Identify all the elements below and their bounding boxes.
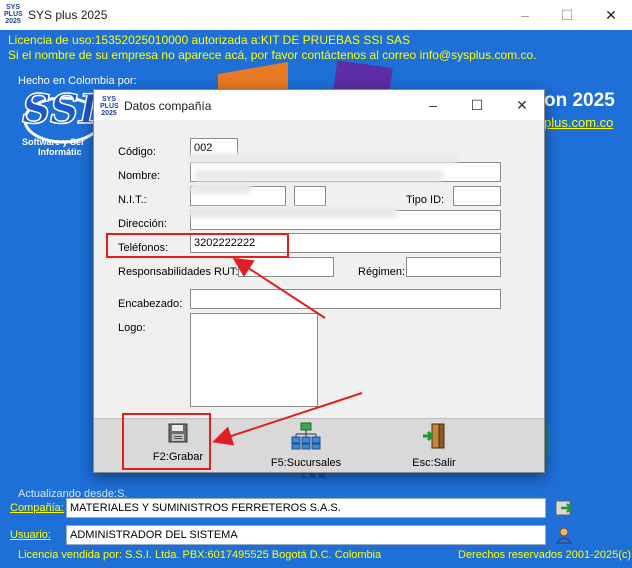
nombre-label: Nombre: — [118, 170, 161, 182]
user-field[interactable]: ADMINISTRADOR DEL SISTEMA — [66, 525, 546, 545]
brand-year-text: on 2025 — [544, 90, 615, 111]
redaction-blur — [190, 183, 252, 194]
license-text: Licencia de uso:15352025010000 autorizad… — [8, 33, 411, 47]
branches-network-icon — [291, 422, 321, 450]
company-label: Compañía: — [10, 502, 64, 514]
window-title: SYS plus 2025 — [28, 8, 108, 22]
minimize-button[interactable]: – — [516, 6, 534, 24]
ssi-subtitle: Software y Ser Informátic — [22, 137, 85, 157]
responsabilidades-label: Responsabilidades RUT: — [118, 266, 239, 278]
footer-rights: Derechos reservados 2001-2025(c) — [458, 549, 632, 561]
logo-label: Logo: — [118, 322, 146, 334]
footer-sold-by: Licencia vendida por: S.S.I. Ltda. PBX:6… — [18, 549, 382, 561]
change-user-icon[interactable] — [555, 526, 575, 544]
codigo-label: Código: — [118, 146, 156, 158]
salir-button[interactable]: Esc:Salir — [404, 422, 464, 469]
regimen-label: Régimen: — [358, 266, 406, 278]
close-button[interactable]: ✕ — [602, 6, 620, 24]
encabezado-label: Encabezado: — [118, 298, 183, 310]
redaction-blur — [188, 153, 458, 164]
grabar-highlight-box — [122, 413, 211, 470]
maximize-button[interactable]: ☐ — [558, 6, 576, 24]
telefonos-highlight-box — [106, 233, 289, 258]
crm-label: C. R. M. — [301, 473, 327, 480]
user-label: Usuario: — [10, 529, 51, 541]
salir-label: Esc:Salir — [412, 457, 456, 469]
responsabilidades-input[interactable] — [238, 257, 334, 277]
nit-label: N.I.T.: — [118, 194, 147, 206]
change-company-icon[interactable] — [555, 499, 575, 517]
redaction-blur — [194, 170, 444, 181]
dialog-minimize-button[interactable]: – — [424, 96, 442, 114]
encabezado-input[interactable] — [190, 289, 501, 309]
sucursales-label: F5:Sucursales — [270, 457, 342, 469]
tipo-id-label: Tipo ID: — [406, 194, 445, 206]
nit-check-digit-input[interactable] — [294, 186, 326, 206]
dialog-title: Datos compañía — [124, 99, 212, 113]
tipo-id-input[interactable] — [453, 186, 501, 206]
sucursales-button[interactable]: F5:Sucursales — [266, 422, 346, 469]
company-hint-text: Si el nombre de su empresa no aparece ac… — [8, 48, 537, 62]
dialog-titlebar: SYS PLUS 2025 Datos compañía – ☐ ✕ — [94, 90, 544, 120]
direccion-label: Dirección: — [118, 218, 167, 230]
redaction-blur — [188, 207, 398, 218]
ssi-logo: SSI — [21, 85, 98, 134]
dialog-maximize-button[interactable]: ☐ — [468, 96, 486, 114]
logo-image-box[interactable] — [190, 313, 318, 407]
exit-door-icon — [423, 423, 445, 449]
brand-site-link[interactable]: plus.com.co — [544, 115, 613, 130]
company-field[interactable]: MATERIALES Y SUMINISTROS FERRETEROS S.A.… — [66, 498, 546, 518]
dialog-app-icon: SYS PLUS 2025 — [100, 96, 119, 117]
dialog-close-button[interactable]: ✕ — [513, 96, 531, 114]
main-titlebar: SYS PLUS 2025 SYS plus 2025 – ☐ ✕ — [0, 0, 632, 30]
app-logo-icon: SYS PLUS 2025 — [4, 4, 23, 25]
regimen-input[interactable] — [406, 257, 501, 277]
